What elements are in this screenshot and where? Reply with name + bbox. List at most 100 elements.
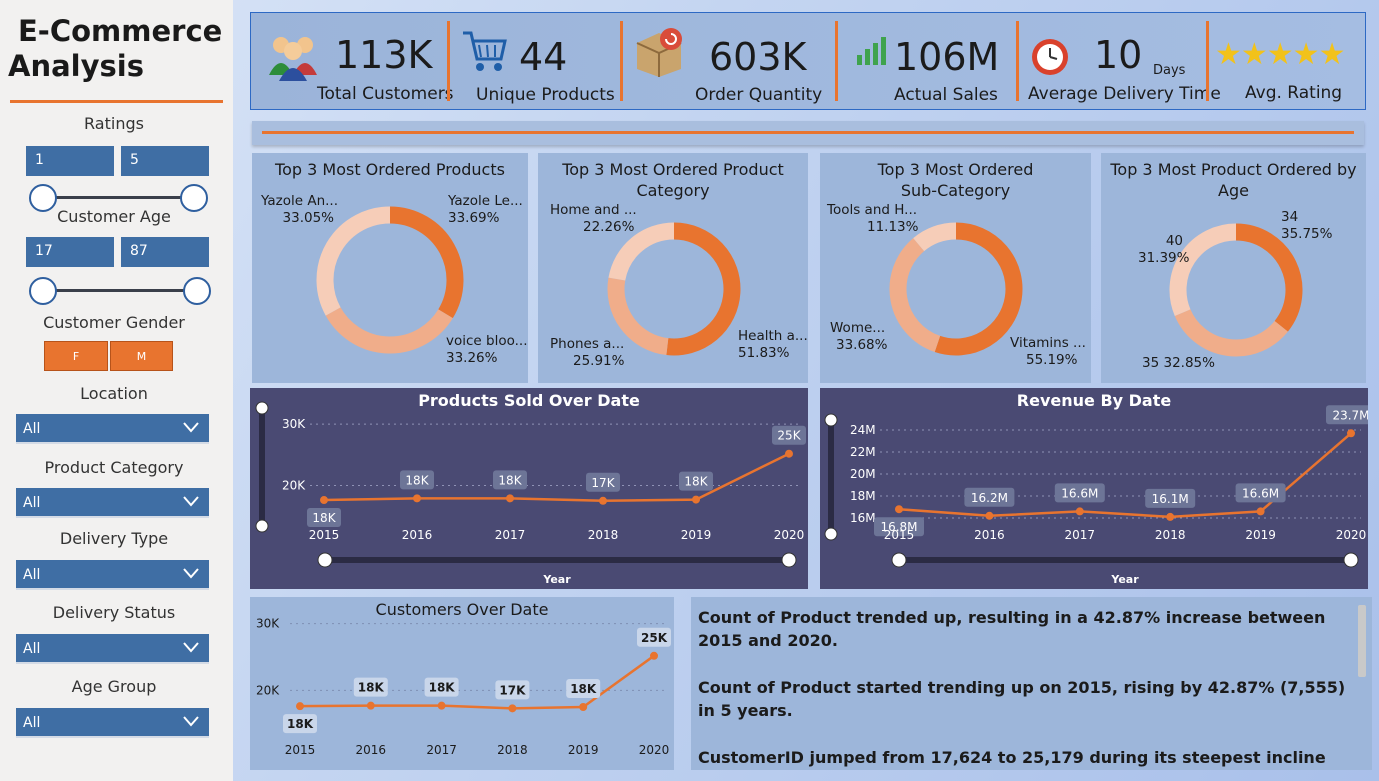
customer-gender-label: Customer Gender [43, 313, 185, 332]
actual-sales-label: Actual Sales [894, 85, 998, 105]
location-dropdown[interactable]: All [16, 414, 209, 444]
donut-slice[interactable] [316, 206, 391, 316]
ratings-min-input[interactable]: 1 [26, 146, 114, 176]
age-slider-track[interactable] [42, 289, 196, 292]
kpi-divider [620, 21, 623, 101]
data-point[interactable] [650, 651, 658, 660]
data-point[interactable] [296, 702, 304, 711]
x-tick-label: 2018 [588, 528, 619, 542]
donut-slice[interactable] [1174, 309, 1288, 357]
donut-slice[interactable] [325, 307, 453, 354]
product-category-label: Product Category [44, 458, 184, 477]
data-point[interactable] [895, 505, 903, 514]
delivery-type-dropdown[interactable]: All [16, 560, 209, 590]
data-label: 23.7M [1332, 408, 1368, 422]
y-tick-label: 22M [850, 445, 876, 459]
top-category-card: Top 3 Most Ordered Product Category Healt… [538, 153, 808, 383]
order-quantity-label: Order Quantity [695, 85, 823, 105]
top-age-donut [1169, 223, 1303, 357]
data-point[interactable] [508, 704, 517, 713]
top-products-donut [316, 206, 464, 354]
data-point[interactable] [1256, 507, 1265, 516]
data-point[interactable] [579, 703, 588, 711]
donut-slice[interactable] [889, 238, 941, 352]
product-category-dropdown[interactable]: All [16, 488, 209, 518]
x-axis-label: Year [1110, 573, 1139, 586]
slice-label: Wome... 33.68% [830, 320, 888, 353]
y-range-slider-handle[interactable] [255, 401, 269, 415]
data-point[interactable] [985, 511, 994, 520]
x-range-slider-handle[interactable] [891, 552, 907, 568]
data-point[interactable] [785, 449, 793, 458]
age-min-input[interactable]: 17 [26, 237, 114, 267]
filter-sidebar: E-Commerce Analysis Ratings 1 5 Customer… [0, 0, 233, 781]
slice-label: Yazole An... 33.05% [261, 193, 339, 226]
gender-m-button[interactable]: M [110, 341, 173, 371]
top-age-card: Top 3 Most Product Ordered by Age 34 35.75… [1101, 153, 1366, 383]
card-title: Top 3 Most Product Ordered by Age [1110, 160, 1357, 200]
data-point[interactable] [437, 701, 446, 710]
x-range-slider-handle[interactable] [317, 552, 333, 568]
data-label: 16.2M [971, 491, 1008, 505]
x-tick-label: 2019 [1245, 528, 1276, 542]
revenue-plot: 16M18M20M22M24M16.8M201516.2M201616.6M20… [824, 405, 1368, 586]
total-customers-label: Total Customers [317, 84, 454, 104]
products-sold-chart: Products Sold Over Date 20K 30K 18K 2015 18K… [250, 388, 808, 589]
data-point[interactable] [599, 496, 607, 505]
total-customers-value: 113K [335, 33, 433, 77]
slice-label: 40 31.39% [1138, 233, 1190, 266]
rating-stars-icon: ★★★★★ [1215, 37, 1345, 72]
data-label: 18K [312, 511, 336, 525]
age-slider-max-handle[interactable] [183, 277, 211, 305]
donut-slice[interactable] [913, 222, 957, 252]
x-tick-label: 2018 [1155, 528, 1186, 542]
donut-slice[interactable] [666, 222, 741, 356]
x-range-slider-handle[interactable] [781, 552, 797, 568]
bar-chart-icon [857, 37, 886, 65]
y-range-slider-handle[interactable] [824, 527, 838, 541]
data-label: 18K [405, 473, 429, 487]
data-label: 17K [499, 683, 526, 697]
clock-icon [1032, 39, 1068, 75]
donut-slice[interactable] [934, 222, 1023, 356]
delivery-status-dropdown[interactable]: All [16, 634, 209, 664]
age-group-dropdown[interactable]: All [16, 708, 209, 738]
data-point[interactable] [320, 496, 328, 505]
ratings-max-input[interactable]: 5 [121, 146, 209, 176]
ratings-slider-track[interactable] [42, 196, 194, 199]
data-point[interactable] [1166, 512, 1175, 521]
title-divider [10, 100, 223, 103]
x-tick-label: 2020 [1336, 528, 1367, 542]
cart-icon [463, 31, 507, 71]
data-point[interactable] [506, 494, 514, 503]
data-point[interactable] [1347, 429, 1355, 438]
donut-slice[interactable] [1235, 223, 1303, 332]
scrollbar-thumb[interactable] [1358, 605, 1366, 677]
avg-delivery-time-value: 10 [1094, 33, 1143, 77]
data-point[interactable] [1075, 507, 1084, 516]
donut-slice[interactable] [1169, 223, 1237, 316]
x-tick-label: 2016 [402, 528, 433, 542]
age-max-input[interactable]: 87 [121, 237, 209, 267]
series-line [299, 654, 655, 710]
x-range-slider-handle[interactable] [1343, 552, 1359, 568]
avg-rating-label: Avg. Rating [1245, 83, 1343, 103]
chevron-down-icon [183, 568, 199, 579]
data-point[interactable] [413, 494, 421, 503]
avg-delivery-time-unit: Days [1153, 63, 1186, 78]
donut-slice[interactable] [608, 222, 675, 281]
age-slider-min-handle[interactable] [29, 277, 57, 305]
x-tick-label: 2019 [681, 528, 712, 542]
data-point[interactable] [692, 495, 700, 504]
data-label: 16.6M [1061, 486, 1098, 500]
dashboard-title: E-Commerce Analysis [8, 14, 223, 83]
y-range-slider-handle[interactable] [824, 413, 838, 427]
y-tick-label: 30K [282, 417, 306, 431]
customer-age-label: Customer Age [57, 207, 171, 226]
chevron-down-icon [183, 422, 199, 433]
orange-divider-bar [252, 121, 1364, 145]
y-range-slider-handle[interactable] [255, 519, 269, 533]
donut-slice[interactable] [389, 206, 464, 319]
gender-f-button[interactable]: F [44, 341, 108, 371]
data-point[interactable] [366, 701, 375, 710]
